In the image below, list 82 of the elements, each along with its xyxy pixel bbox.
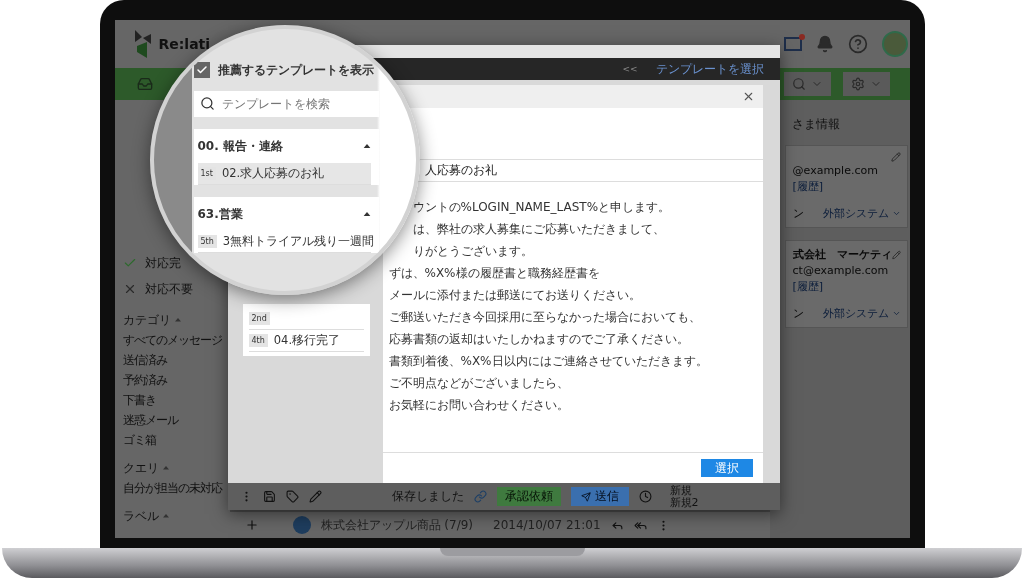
group-title[interactable]: 00. 報告・連絡 — [197, 137, 283, 155]
template-title: 04.移行完了 — [273, 333, 341, 348]
sidebar-item[interactable]: 迷惑メール — [122, 410, 230, 430]
check-icon — [122, 256, 137, 270]
sidebar-item[interactable]: 自分が担当の未対応 — [122, 478, 230, 498]
template-title: 02.求人応募のお礼 — [221, 166, 325, 181]
chevron-icon — [891, 209, 901, 218]
search-field[interactable]: テンプレートを検索 — [193, 91, 379, 117]
logo-icon — [132, 30, 151, 58]
body-line: 書類到着後、%X%日以内にはご連絡させていただきます。 — [388, 354, 709, 368]
chevron-icon — [891, 309, 901, 318]
body-line: ご郵送いただき今回採用に至らなかった場合においても、 — [388, 310, 702, 324]
subject-text: 人応募のお礼 — [424, 162, 497, 179]
rank-label: 5th — [197, 235, 217, 248]
panel-title: さま情報 — [790, 116, 841, 133]
select-button[interactable]: 選択 — [700, 459, 753, 477]
history-link[interactable]: [履歴] — [792, 279, 901, 294]
avatar — [292, 516, 311, 534]
customer-email: ct@example.com — [792, 264, 890, 277]
rank-label: 4th — [248, 334, 268, 347]
search-button[interactable] — [783, 72, 831, 96]
system-link[interactable]: 外部システム — [822, 206, 901, 221]
search-icon — [199, 96, 215, 111]
collapse-button[interactable]: << — [622, 64, 638, 74]
side-label: 新規2 — [669, 496, 700, 509]
status-label: 対応完 — [144, 254, 181, 272]
logo-text: Re:lati — [158, 36, 211, 52]
rank-label: 2nd — [248, 312, 270, 325]
pencil-icon[interactable] — [891, 249, 901, 260]
message-icon[interactable] — [783, 37, 802, 51]
settings-icon — [850, 77, 865, 91]
plus-icon[interactable] — [244, 518, 259, 532]
inbox-icon[interactable] — [136, 76, 153, 92]
section-title[interactable]: クエリ — [122, 459, 159, 477]
customer-name: 式会社 マーケティ — [792, 247, 892, 262]
link-icon[interactable] — [473, 490, 487, 503]
sidebar-item[interactable]: 予約済み — [122, 370, 230, 390]
body-line: は、弊社の求人募集にご応募いただきまして、 — [411, 222, 666, 236]
sidebar-item[interactable]: すべてのメッセージ — [122, 330, 230, 350]
pencil-icon[interactable] — [308, 490, 322, 503]
settings-button[interactable] — [842, 72, 890, 96]
body-line: りがとうございます。 — [411, 244, 534, 258]
checkbox-label: 推薦するテンプレートを表示 — [217, 61, 374, 79]
send-button[interactable]: 送信 — [570, 487, 629, 506]
pencil-icon[interactable] — [890, 152, 901, 162]
tag-icon[interactable] — [285, 490, 299, 503]
body-line: 応募書類の返却はいたしかねますのでご了承ください。 — [388, 332, 690, 346]
body-line: ご不明点などがございましたら、 — [388, 376, 570, 390]
message-date: 2014/10/07 21:01 — [493, 518, 601, 532]
sidebar-item[interactable]: 送信済み — [122, 350, 230, 370]
system-link[interactable]: 外部システム — [822, 306, 901, 321]
avatar — [881, 31, 908, 57]
section-title[interactable]: カテゴリ — [122, 311, 171, 329]
section-title[interactable]: ラベル — [122, 507, 159, 525]
customer-status: ン — [792, 206, 804, 221]
body-line: ずは、%X%様の履歴書と職務経歴書を — [388, 266, 601, 280]
body-line: ウントの%LOGIN_NAME_LAST%と申します。 — [411, 200, 672, 214]
save-status: 保存しました — [391, 488, 464, 505]
checkbox[interactable] — [193, 62, 210, 78]
status-label: 対応不要 — [144, 280, 193, 298]
template-item[interactable]: 4th 04.移行完了 — [248, 330, 364, 352]
history-link[interactable]: [履歴] — [792, 179, 901, 194]
template-link[interactable]: テンプレートを選択 — [655, 60, 764, 78]
clock-icon[interactable] — [638, 490, 652, 503]
side-label: 新規 — [669, 484, 693, 497]
group-title[interactable]: 63.営業 — [197, 205, 243, 223]
send-icon — [580, 491, 591, 502]
sidebar-item[interactable]: 下書き — [122, 390, 230, 410]
search-icon — [791, 77, 806, 91]
sender-name: 株式会社アップル商品 (7/9) — [320, 516, 473, 534]
bell-icon[interactable] — [815, 35, 834, 53]
help-icon[interactable] — [847, 34, 868, 54]
customer-email: @example.com — [792, 164, 879, 177]
check-icon — [195, 64, 208, 76]
template-item[interactable]: 1st 02.求人応募のお礼 — [197, 163, 371, 185]
save-icon[interactable] — [262, 490, 276, 503]
message-row[interactable]: 株式会社アップル商品 (7/9) 2014/10/07 21:01 — [229, 512, 770, 538]
customer-status: ン — [792, 306, 804, 321]
approve-button[interactable]: 承認依頼 — [496, 487, 561, 506]
body-line: メールに添付または郵送にてお送りください。 — [388, 288, 642, 302]
sidebar-item[interactable]: ゴミ箱 — [122, 430, 230, 450]
body-line: お気軽にお問い合わせください。 — [388, 398, 570, 412]
